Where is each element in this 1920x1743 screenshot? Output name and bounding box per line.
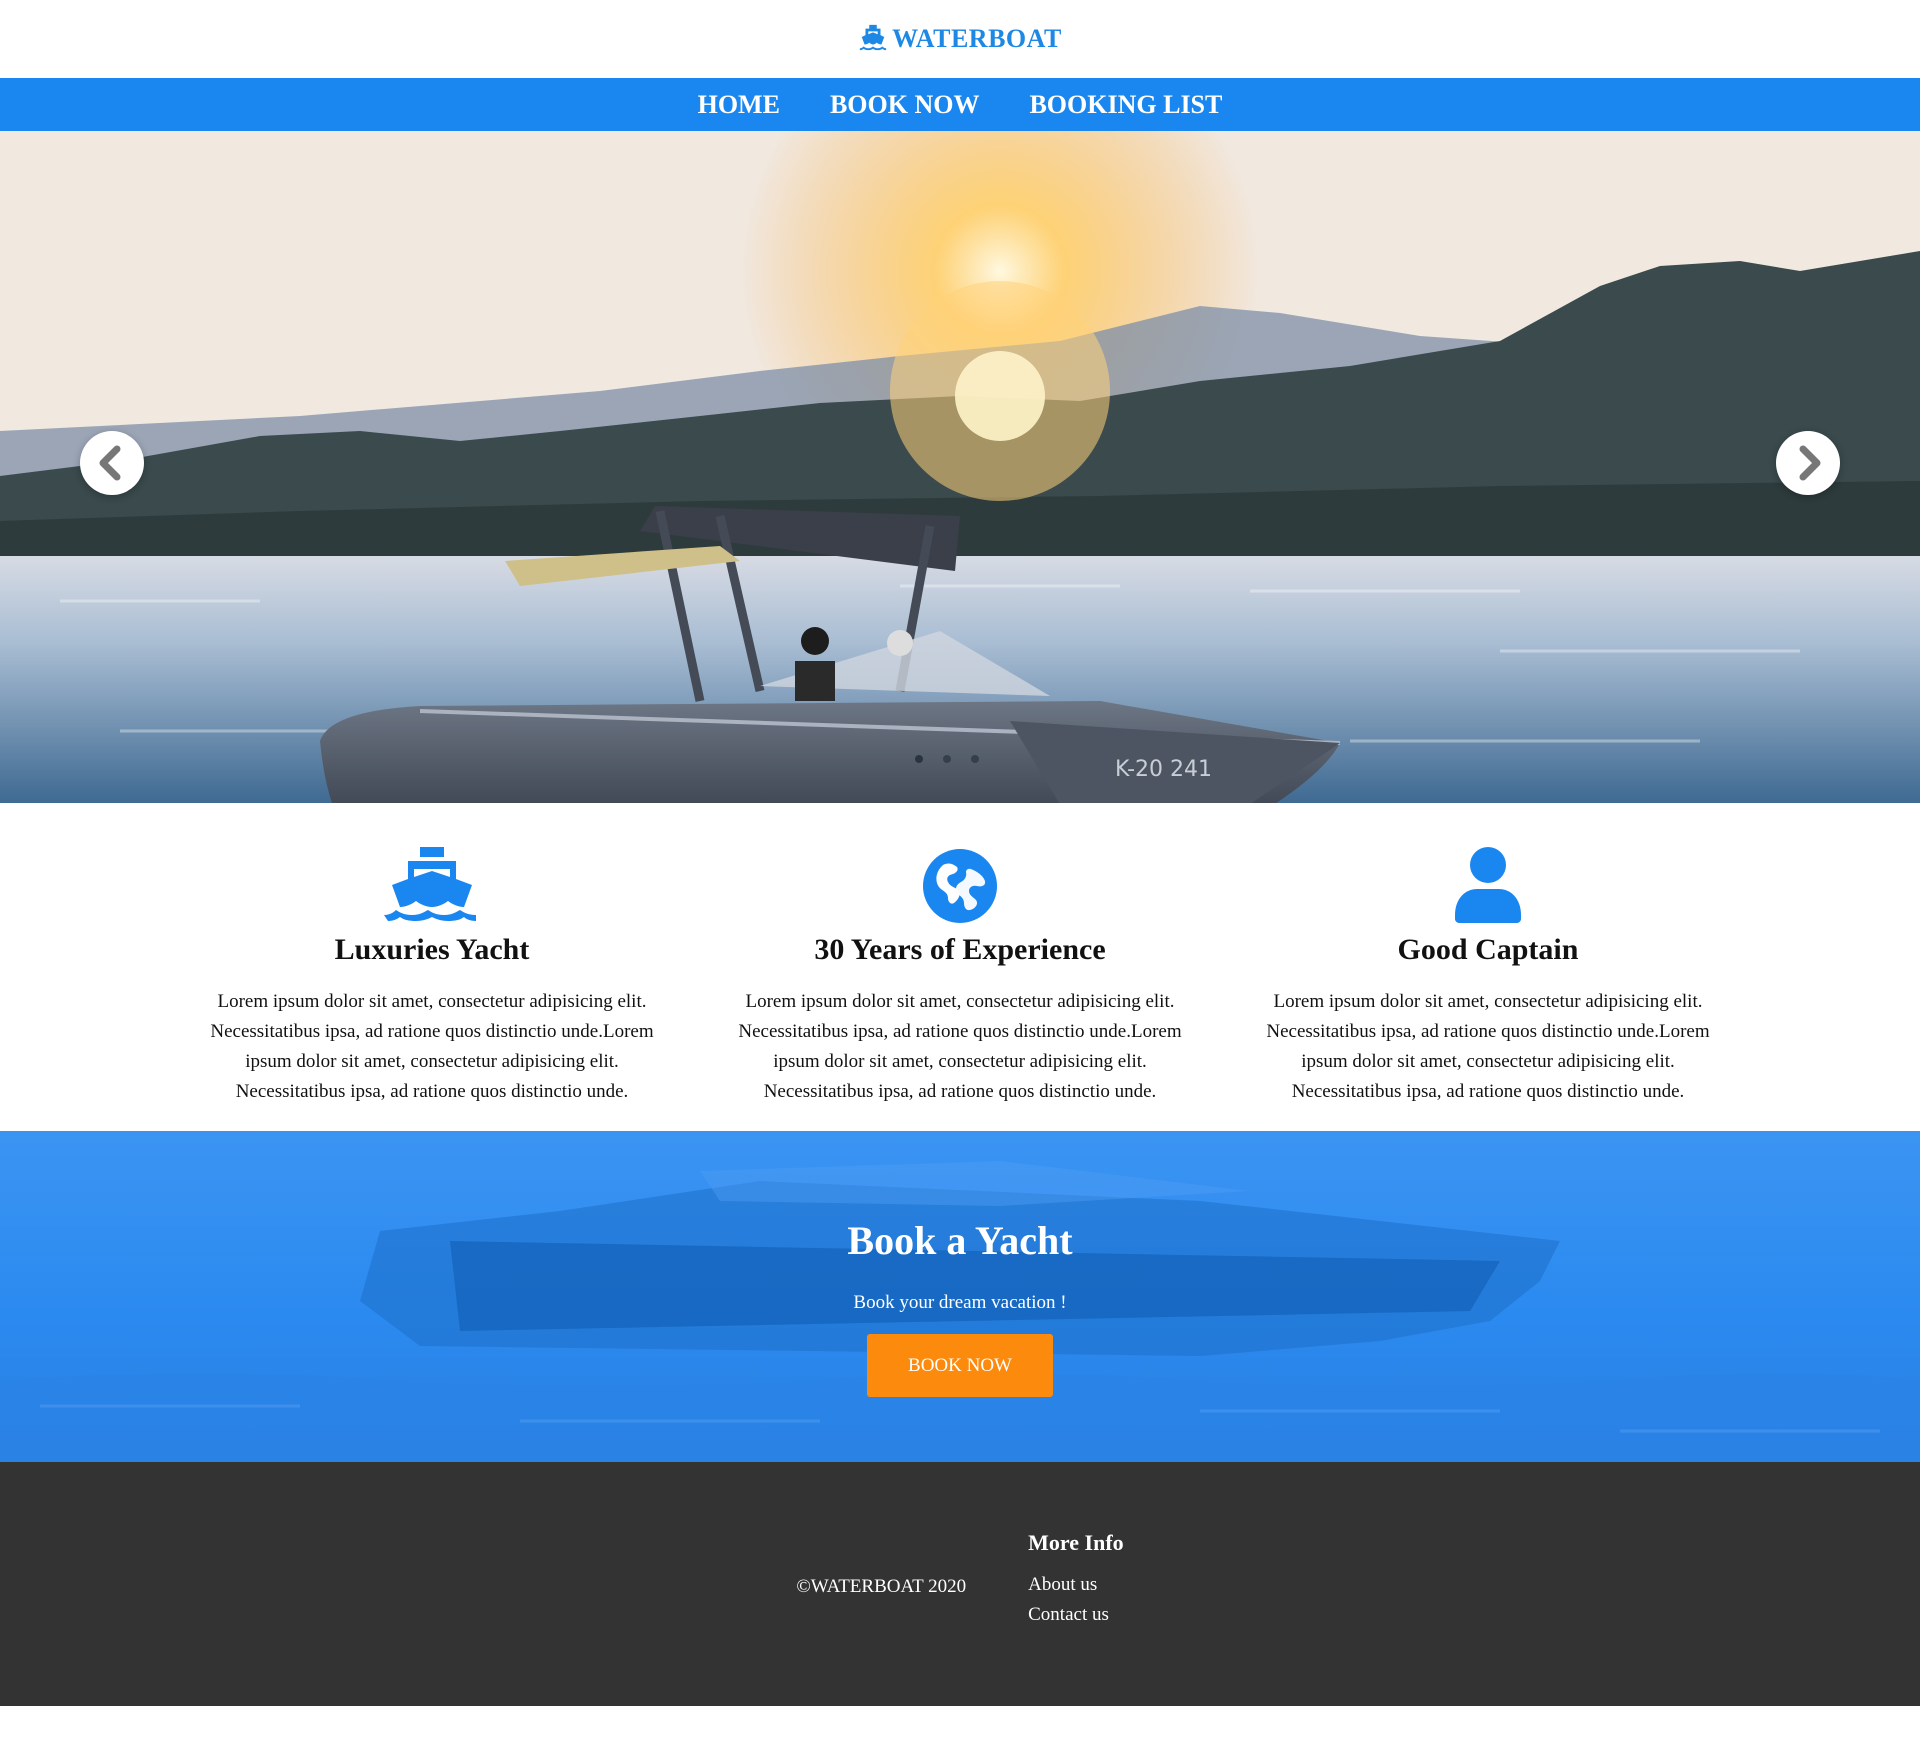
ship-icon [183, 843, 681, 923]
carousel-dot[interactable] [915, 755, 923, 763]
globe-icon [711, 843, 1209, 923]
copyright-text: ©WATERBOAT 2020 [796, 1576, 967, 1597]
boat-registration: K-20 241 [1115, 757, 1212, 782]
carousel-indicators [915, 755, 979, 763]
brand-name: WATERBOAT [892, 24, 1062, 53]
feature-text: Lorem ipsum dolor sit amet, consectetur … [738, 991, 1182, 1102]
more-info-column: More Info About us Contact us [1028, 1530, 1124, 1706]
feature-card: 30 Years of Experience Lorem ipsum dolor… [711, 843, 1209, 1131]
feature-title: 30 Years of Experience [814, 933, 1106, 966]
chevron-right-icon [1799, 445, 1821, 481]
feature-text: Lorem ipsum dolor sit amet, consectetur … [210, 991, 654, 1102]
feature-text: Lorem ipsum dolor sit amet, consectetur … [1266, 991, 1710, 1102]
carousel-prev-button[interactable] [80, 431, 144, 495]
carousel-dot[interactable] [943, 755, 951, 763]
site-header: WATERBOAT [0, 0, 1920, 78]
feature-title: Luxuries Yacht [334, 933, 530, 966]
hero-image: K-20 241 [0, 131, 1920, 803]
book-section: Book a Yacht Book your dream vacation ! … [0, 1131, 1920, 1462]
ship-icon [858, 22, 888, 57]
hero-carousel: K-20 241 [0, 131, 1920, 803]
main-nav: HOME BOOK NOW BOOKING LIST [0, 78, 1920, 131]
brand-logo[interactable]: WATERBOAT [858, 22, 1062, 57]
footer-link-about[interactable]: About us [1028, 1570, 1124, 1600]
chevron-left-icon [99, 445, 121, 481]
book-subtitle: Book your dream vacation ! [853, 1292, 1067, 1313]
features-section: Luxuries Yacht Lorem ipsum dolor sit ame… [0, 803, 1920, 1131]
book-title: Book a Yacht [847, 1218, 1073, 1263]
feature-card: Luxuries Yacht Lorem ipsum dolor sit ame… [183, 843, 681, 1131]
feature-title: Good Captain [1397, 933, 1579, 966]
feature-card: Good Captain Lorem ipsum dolor sit amet,… [1239, 843, 1737, 1131]
nav-home[interactable]: HOME [698, 90, 780, 120]
more-info-title: More Info [1028, 1530, 1124, 1555]
footer-link-contact[interactable]: Contact us [1028, 1600, 1124, 1630]
carousel-dot[interactable] [971, 755, 979, 763]
site-footer: ©WATERBOAT 2020 More Info About us Conta… [0, 1462, 1920, 1706]
nav-book-now[interactable]: BOOK NOW [830, 90, 980, 120]
book-now-button[interactable]: BOOK NOW [867, 1334, 1053, 1397]
user-icon [1239, 843, 1737, 923]
nav-booking-list[interactable]: BOOKING LIST [1029, 90, 1222, 120]
carousel-next-button[interactable] [1776, 431, 1840, 495]
book-content: Book a Yacht Book your dream vacation ! … [0, 1131, 1920, 1397]
